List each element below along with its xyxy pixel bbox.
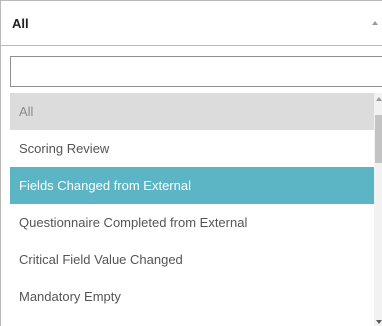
- option-scoring-review[interactable]: Scoring Review: [10, 130, 374, 167]
- option-all: All: [10, 93, 374, 130]
- select-box[interactable]: All: [0, 0, 382, 46]
- select-widget: All All Scoring Review Fields Changed fr…: [0, 0, 382, 326]
- scroll-down-icon[interactable]: [376, 320, 382, 324]
- options-list: All Scoring Review Fields Changed from E…: [10, 93, 374, 326]
- option-questionnaire-completed-from-external[interactable]: Questionnaire Completed from External: [10, 204, 374, 241]
- scroll-thumb[interactable]: [375, 115, 382, 163]
- search-input[interactable]: [11, 57, 382, 86]
- selected-value: All: [12, 16, 29, 31]
- triangle-up-icon[interactable]: [372, 21, 378, 25]
- scroll-up-icon[interactable]: [376, 97, 382, 101]
- list-scrollbar[interactable]: [374, 93, 382, 326]
- option-mandatory-empty[interactable]: Mandatory Empty: [10, 278, 374, 315]
- option-critical-field-value-changed[interactable]: Critical Field Value Changed: [10, 241, 374, 278]
- search-field-wrapper: [10, 56, 382, 87]
- option-fields-changed-from-external[interactable]: Fields Changed from External: [10, 167, 374, 204]
- dropdown-panel: All Scoring Review Fields Changed from E…: [0, 46, 382, 326]
